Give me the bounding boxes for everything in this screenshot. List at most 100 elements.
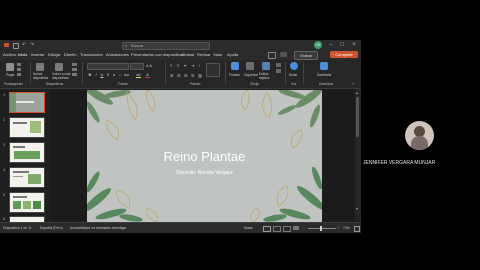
share-button[interactable]: Compartir	[330, 51, 358, 58]
slide-title[interactable]: Reino Plantae	[87, 149, 322, 164]
slide-subtitle[interactable]: Docente: Renata Vergara	[87, 170, 322, 176]
arrange-icon[interactable]	[246, 62, 254, 70]
search-input[interactable]: ⌕ Buscar	[122, 42, 210, 50]
zoom-level[interactable]: 74%	[343, 223, 350, 233]
align-center-icon[interactable]: ☰	[177, 73, 182, 78]
autosave-icon[interactable]	[13, 43, 19, 49]
zoom-slider[interactable]	[308, 226, 336, 231]
format-painter-icon[interactable]	[17, 73, 21, 76]
slideshow-icon[interactable]	[293, 226, 299, 230]
tab-ayuda[interactable]: Ayuda	[227, 50, 238, 60]
font-size-select[interactable]	[130, 63, 144, 70]
slide-thumbnail-1[interactable]	[9, 92, 45, 113]
tab-transiciones[interactable]: Transiciones	[80, 50, 103, 60]
slide-thumbnail-2[interactable]	[9, 117, 45, 138]
tab-animaciones[interactable]: Animaciones	[106, 50, 129, 60]
accessibility-status[interactable]: Accesibilidad: es necesario investigar	[70, 223, 126, 233]
designer-button[interactable]: Diseñador	[317, 73, 332, 77]
undo-icon[interactable]: ↶	[22, 42, 26, 48]
increase-indent-icon[interactable]: ⇥	[191, 63, 196, 68]
shape-fill-icon[interactable]	[276, 63, 281, 67]
cut-icon[interactable]	[17, 63, 21, 66]
font-grow-shrink-icon[interactable]: A A	[146, 63, 158, 68]
slide-thumbnail-4[interactable]	[9, 167, 45, 188]
microphone-icon[interactable]	[290, 62, 298, 70]
reuse-slides-icon[interactable]	[55, 63, 63, 71]
comments-icon[interactable]	[268, 52, 276, 59]
smartart-icon[interactable]	[206, 63, 220, 77]
reading-view-icon[interactable]	[283, 226, 291, 232]
arrange-button[interactable]: Organizar	[244, 73, 258, 77]
bold-icon[interactable]: B	[88, 73, 92, 77]
numbering-icon[interactable]: ≡	[177, 63, 182, 68]
shapes-icon[interactable]	[231, 62, 239, 70]
minimize-icon[interactable]: –	[326, 41, 336, 49]
reset-icon[interactable]	[72, 68, 77, 71]
present-icon[interactable]	[280, 52, 287, 57]
tab-archivo[interactable]: Archivo	[3, 50, 16, 60]
align-left-icon[interactable]: ☰	[170, 73, 175, 78]
slide-thumbnail-3[interactable]	[9, 142, 45, 163]
font-color-icon[interactable]: A	[145, 73, 150, 78]
columns-icon[interactable]: ▥	[198, 73, 203, 78]
user-avatar[interactable]: JV	[314, 41, 322, 49]
char-spacing-icon[interactable]: ↔	[118, 73, 122, 77]
change-case-icon[interactable]: Aa	[124, 73, 129, 77]
font-family-select[interactable]	[87, 63, 129, 70]
quick-styles-button[interactable]: Estilos rápidos	[259, 72, 275, 80]
line-spacing-icon[interactable]: ↕	[198, 63, 203, 68]
bullets-icon[interactable]: ≡	[170, 63, 175, 68]
slide-thumbnail-5[interactable]	[9, 192, 45, 213]
tab-presentacion[interactable]: Presentación con diapositivas	[131, 50, 184, 60]
designer-icon[interactable]	[320, 62, 328, 70]
highlight-icon[interactable]: ab	[136, 73, 141, 78]
scroll-up-icon[interactable]: ▴	[356, 91, 360, 95]
slide-sorter-icon[interactable]	[273, 226, 281, 232]
align-right-icon[interactable]: ☰	[184, 73, 189, 78]
underline-icon[interactable]: U	[100, 73, 104, 77]
zoom-out-icon[interactable]: –	[303, 223, 305, 233]
quick-styles-icon[interactable]	[262, 62, 270, 70]
italic-icon[interactable]: I	[94, 73, 98, 77]
paste-icon[interactable]	[6, 63, 14, 71]
dictate-button[interactable]: Dictar	[289, 73, 297, 77]
decrease-indent-icon[interactable]: ⇤	[184, 63, 189, 68]
section-icon[interactable]	[72, 73, 77, 76]
tab-grabar[interactable]: Grabar	[182, 50, 194, 60]
tab-vista[interactable]: Vista	[213, 50, 222, 60]
shape-outline-icon[interactable]	[276, 69, 281, 73]
strikethrough-icon[interactable]: S	[106, 73, 110, 77]
tab-dibujar[interactable]: Dibujar	[48, 50, 61, 60]
normal-view-icon[interactable]	[263, 226, 271, 232]
thumbnail-number: 3	[3, 142, 6, 147]
shapes-button[interactable]: Formas	[229, 73, 240, 77]
divider	[165, 62, 166, 84]
collapse-ribbon-icon[interactable]: ˄	[352, 82, 357, 86]
layout-icon[interactable]	[72, 63, 77, 66]
record-button[interactable]: Grabar	[294, 51, 318, 60]
shadow-icon[interactable]: a	[112, 73, 116, 77]
new-slide-icon[interactable]	[36, 63, 44, 71]
maximize-icon[interactable]: □	[337, 41, 347, 49]
scroll-thumb[interactable]	[356, 97, 359, 137]
current-slide[interactable]: Reino Plantae Docente: Renata Vergara	[87, 90, 322, 222]
thumbnail-number: 6	[3, 216, 6, 221]
tab-diseno[interactable]: Diseño	[64, 50, 76, 60]
divider	[285, 62, 286, 84]
language-status[interactable]: Español (Perú)	[40, 223, 63, 233]
zoom-in-icon[interactable]: +	[337, 223, 339, 233]
tab-revisar[interactable]: Revisar	[197, 50, 211, 60]
copy-icon[interactable]	[17, 68, 21, 71]
justify-icon[interactable]: ☰	[191, 73, 196, 78]
fit-to-window-icon[interactable]	[354, 226, 360, 232]
tab-insertar[interactable]: Insertar	[31, 50, 45, 60]
paste-button[interactable]: Pegar	[6, 73, 15, 77]
redo-icon[interactable]: ↷	[30, 42, 34, 48]
reuse-slides-button[interactable]: Volver a usar diapositivas	[52, 72, 72, 80]
notes-button[interactable]: Notas	[244, 223, 253, 233]
vertical-scrollbar[interactable]: ▴ ▾	[355, 89, 361, 221]
new-slide-button[interactable]: Nueva diapositiva	[33, 72, 48, 80]
scroll-down-icon[interactable]: ▾	[356, 207, 360, 211]
close-icon[interactable]: ×	[349, 41, 359, 49]
zoom-slider-thumb[interactable]	[320, 226, 322, 231]
